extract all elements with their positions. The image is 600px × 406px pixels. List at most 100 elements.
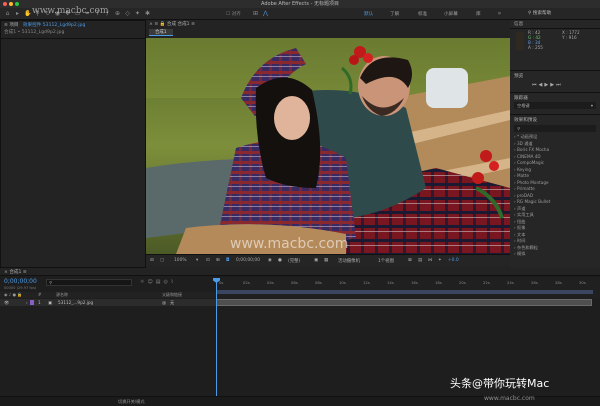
parent-dropdown[interactable]: 无	[170, 299, 174, 306]
preview-panel-title[interactable]: 预览	[514, 73, 523, 79]
eraser-tool-icon[interactable]: ◇	[124, 10, 131, 17]
effects-category-item[interactable]: › 模拟	[510, 251, 600, 258]
transparency-grid-icon[interactable]: ▦	[324, 258, 328, 263]
grid-icon[interactable]: ⊞	[216, 258, 220, 263]
tracker-dropdown-value: 空格键	[517, 103, 530, 108]
fullscreen-icon[interactable]: ⊡	[206, 258, 210, 263]
minimize-window-button[interactable]	[9, 2, 13, 6]
flowchart-icon[interactable]: ⋈	[428, 258, 432, 263]
info-panel-title[interactable]: 信息	[514, 21, 523, 27]
image-file-icon: ▣	[48, 300, 52, 305]
ruler-tick-label: 06s	[291, 280, 298, 285]
effects-list: › * 动画预设 › 3D 通道 › Boris FX Mocha › CINEMA …	[510, 134, 600, 258]
workspace-standard[interactable]: 标准	[418, 11, 427, 17]
views-dropdown[interactable]: 1个视图	[378, 258, 394, 264]
chevron-down-icon: ▾	[590, 103, 593, 108]
divider	[510, 28, 600, 29]
color-swatch	[516, 32, 524, 50]
effects-category-label: Matte	[517, 173, 530, 178]
playback-controls: ⏮◀▶▶⏭	[532, 82, 563, 88]
workspace-default[interactable]: 默认	[364, 11, 373, 17]
close-window-button[interactable]	[3, 2, 7, 6]
close-tab-icon[interactable]: ×	[149, 22, 153, 27]
snap-options-icon[interactable]: ⊞	[252, 10, 259, 17]
project-item[interactable]: 合成1 • 53112_Lgd9p2.jpg	[4, 29, 64, 35]
viewer-tab[interactable]: × ≡ 🔒 合成 合成1 ≡	[149, 21, 195, 27]
tracker-panel-title[interactable]: 跟踪器	[514, 95, 528, 101]
composition-button[interactable]: 合成1	[149, 29, 173, 36]
zoom-dropdown[interactable]: 100%	[174, 258, 187, 263]
workspace-library[interactable]: 库	[476, 11, 481, 17]
parent-pickwhip-icon[interactable]: @	[162, 299, 166, 306]
watermark-bottom: 头条@带你玩转Mac	[450, 375, 549, 391]
reset-exposure-icon[interactable]: ✦	[438, 258, 442, 263]
timeline-tab[interactable]: × 合成1 ≡	[4, 269, 27, 275]
snap-magnet-icon[interactable]: ⋀	[262, 10, 269, 17]
shy-icon[interactable]: ☺	[147, 279, 155, 285]
zoom-window-button[interactable]	[15, 2, 19, 6]
timeline-switches: ⚛☺▤◎⌇	[140, 279, 176, 285]
hand-tool-icon[interactable]: ✋	[24, 10, 31, 17]
viewer-options-icon[interactable]: ⊟	[150, 258, 154, 263]
mask-toggle-icon[interactable]: ◘	[226, 258, 229, 263]
workspace-learn[interactable]: 了解	[390, 11, 399, 17]
ruler-tick-label: 10s	[339, 280, 346, 285]
layer-duration-bar[interactable]	[216, 299, 592, 306]
lock-icon[interactable]: 🔒	[160, 22, 166, 27]
layout-icon[interactable]: ▤	[418, 258, 422, 263]
tracker-dropdown[interactable]: 空格键 ▾	[514, 102, 596, 109]
divider	[510, 92, 600, 93]
time-ruler[interactable]: 0s 02s 04s 06s 08s 10s 12s 14s 16s 18s 20s 22s 24s 26…	[216, 278, 600, 298]
chevron-down-icon: ▾	[196, 258, 199, 263]
clone-tool-icon[interactable]: ⊕	[114, 10, 121, 17]
effects-category-label: 抠像	[517, 225, 526, 230]
ruler-tick-label: 20s	[459, 280, 466, 285]
ruler-tick-label: 28s	[555, 280, 562, 285]
layer-row[interactable]: 👁 › 1 ▣ 53112_...9p2.jpg @ 无	[0, 299, 216, 306]
roto-tool-icon[interactable]: ✦	[134, 10, 141, 17]
exposure-value[interactable]: +0.0	[448, 258, 459, 263]
a-value: 255	[534, 45, 543, 50]
help-search-box[interactable]: ⚲ 搜索帮助	[528, 9, 578, 19]
graph-editor-icon[interactable]: ⌇	[171, 279, 176, 285]
workspace-small-screen[interactable]: 小屏幕	[444, 11, 458, 17]
puppet-tool-icon[interactable]: ✱	[144, 10, 151, 17]
project-panel-tab[interactable]: ≡ 项目 效果控件 53112_Lgd9p2.jpg	[4, 22, 85, 28]
resolution-dropdown[interactable]: (完整)	[288, 258, 300, 264]
parent-header[interactable]: 父级和链接	[162, 292, 182, 298]
snap-checkbox[interactable]: ☐ 对齐	[226, 11, 241, 17]
info-xy: X : 1772 Y : 916	[562, 30, 580, 40]
viewer-tab-label: 合成 合成1	[166, 22, 190, 27]
timeline-search-input[interactable]: ⚲	[46, 279, 132, 286]
home-icon[interactable]: ⌂	[4, 10, 11, 17]
motion-blur-icon[interactable]: ◎	[163, 279, 170, 285]
ruler-tick-label: 30s	[579, 280, 586, 285]
layer-name[interactable]: 53112_...9p2.jpg	[58, 299, 93, 306]
toggle-switches-modes-button[interactable]: 切换开关/模式	[118, 399, 145, 405]
info-rgba: R : 42 G : 42 B : 34 A : 255	[528, 30, 543, 50]
snapshot-icon[interactable]: ◉	[268, 258, 272, 263]
search-icon: ⚲	[517, 126, 521, 131]
effects-category-label: 实用工具	[517, 212, 534, 217]
expand-arrow-icon[interactable]: ›	[26, 299, 28, 306]
source-name-header[interactable]: 源名称	[56, 292, 68, 298]
visibility-eye-icon[interactable]: 👁	[4, 299, 9, 306]
last-frame-icon[interactable]: ⏭	[556, 82, 563, 88]
fast-preview-icon[interactable]: ▣	[314, 258, 318, 263]
effects-search-input[interactable]: ⚲	[514, 125, 596, 132]
layer-label-color[interactable]	[30, 300, 34, 305]
selection-tool-icon[interactable]: ▸	[14, 10, 21, 17]
timeline-timecode[interactable]: 0;00;00;00	[4, 278, 37, 285]
workspace-more-icon[interactable]: »	[496, 10, 503, 17]
channel-icon[interactable]: ●	[278, 258, 282, 263]
effects-presets-title[interactable]: 效果和预设	[514, 117, 537, 123]
viewer-timecode[interactable]: 0;00;00;00	[236, 258, 260, 263]
effects-controls-tab[interactable]: 效果控件 53112_Lgd9p2.jpg	[23, 23, 85, 28]
work-area-bar[interactable]	[217, 290, 593, 294]
camera-dropdown[interactable]: 活动摄像机	[338, 258, 360, 264]
view-options-icon[interactable]: ⊠	[408, 258, 412, 263]
effects-category-label: 杂色和颗粒	[517, 244, 538, 250]
watermark-author: @带你玩转Mac	[472, 377, 550, 390]
effects-category-label: Keying	[517, 166, 532, 172]
region-of-interest-icon[interactable]: ▢	[160, 258, 164, 263]
